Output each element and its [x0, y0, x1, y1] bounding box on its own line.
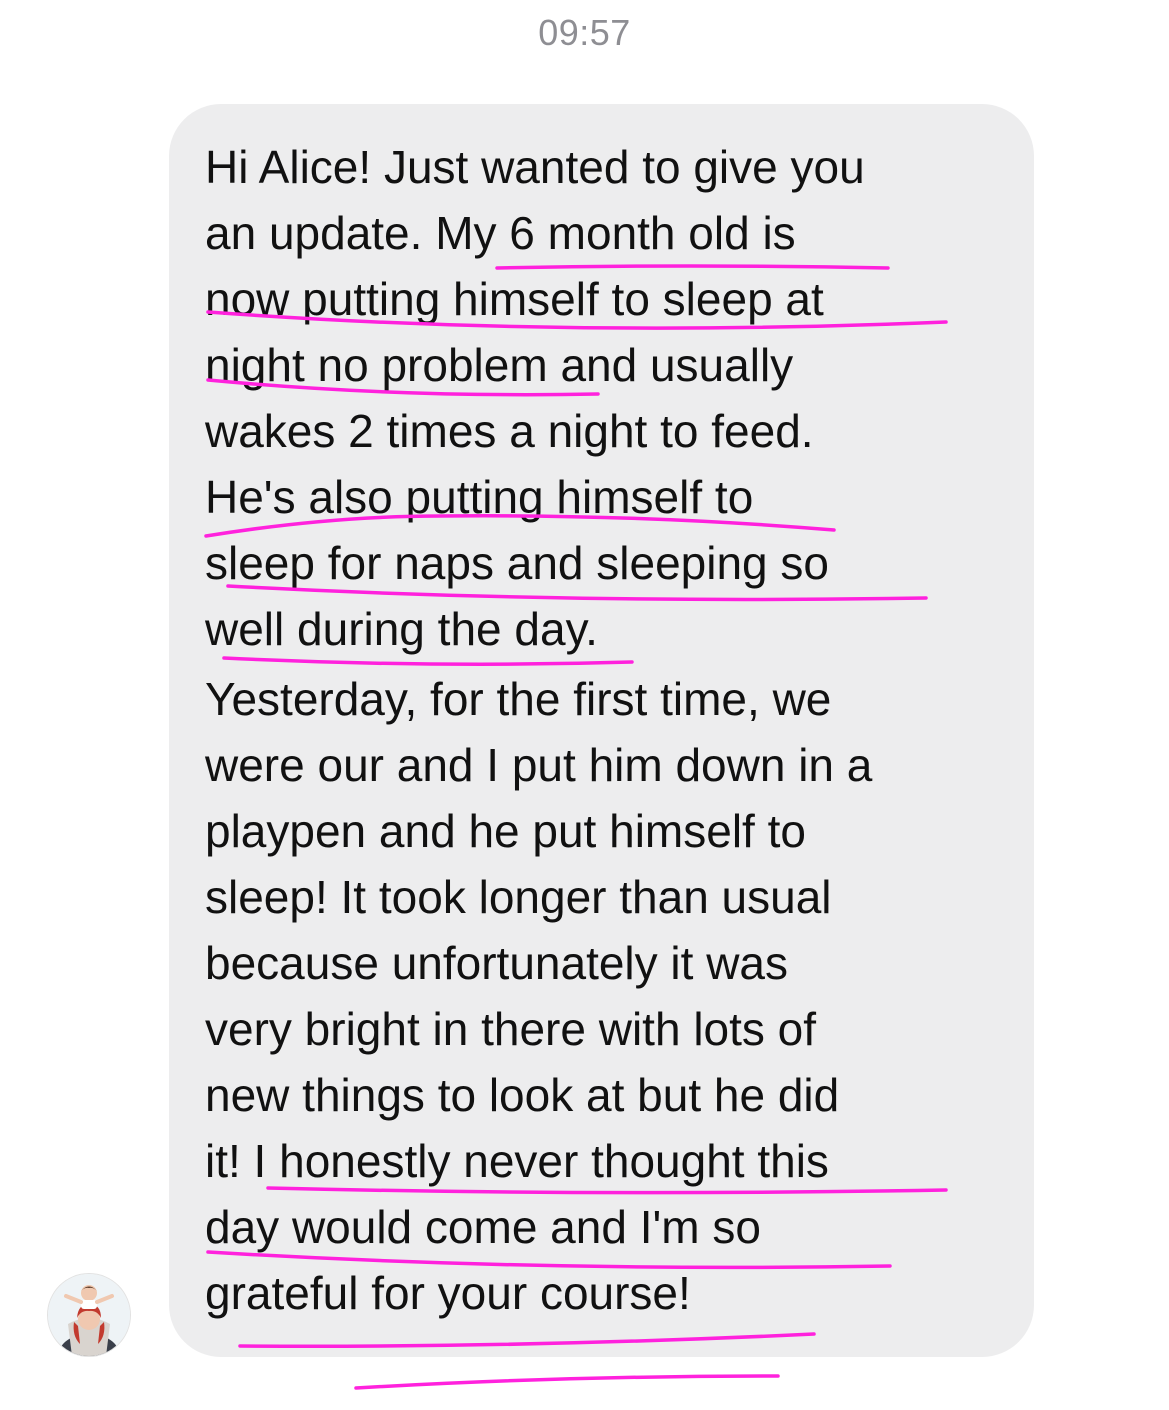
message-line: it! I honestly never thought this — [205, 1135, 829, 1187]
message-line: new things to look at but he did — [205, 1069, 840, 1121]
message-line: were our and I put him down in a — [205, 739, 873, 791]
message-line: playpen and he put himself to — [205, 805, 806, 857]
underline-mark — [354, 1374, 780, 1390]
message-line: grateful for your course! — [205, 1267, 691, 1319]
message-line: Yesterday, for the first time, we — [205, 673, 832, 725]
message-line: He's also putting himself to — [205, 471, 754, 523]
message-line: night no problem and usually — [205, 339, 794, 391]
message-timestamp: 09:57 — [538, 12, 631, 53]
message-line: very bright in there with lots of — [205, 1003, 817, 1055]
message-line: because unfortunately it was — [205, 937, 789, 989]
avatar-photo-icon — [48, 1274, 130, 1356]
message-line: Hi Alice! Just wanted to give you — [205, 141, 865, 193]
message-line: wakes 2 times a night to feed. — [205, 405, 814, 457]
message-line: now putting himself to sleep at — [205, 273, 824, 325]
message-line: sleep for naps and sleeping so — [205, 537, 829, 589]
message-line: sleep! It took longer than usual — [205, 871, 832, 923]
message-line: day would come and I'm so — [205, 1201, 761, 1253]
sender-avatar[interactable] — [48, 1274, 130, 1356]
message-line: well during the day. — [205, 603, 598, 655]
message-line: an update. My 6 month old is — [205, 207, 796, 259]
